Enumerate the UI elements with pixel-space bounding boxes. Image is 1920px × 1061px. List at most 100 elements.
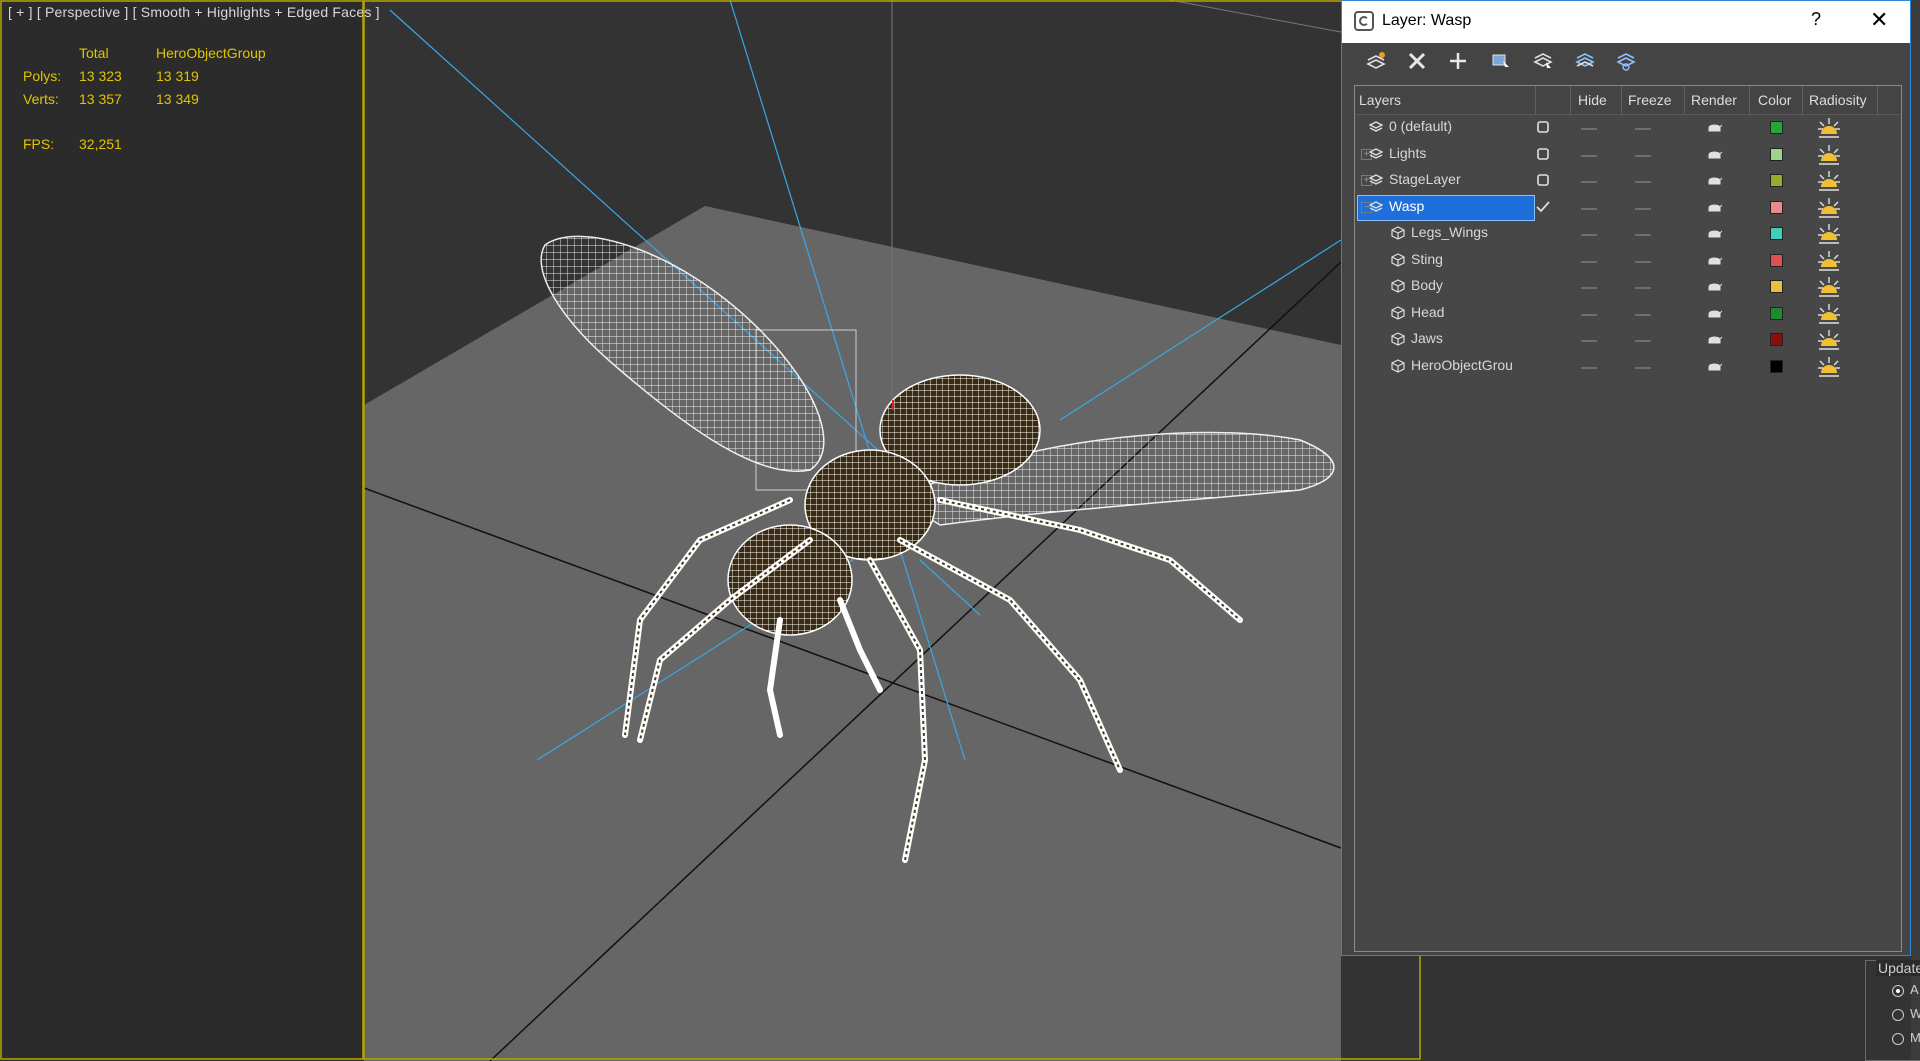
hide-toggle[interactable] <box>1581 313 1597 316</box>
hide-toggle[interactable] <box>1581 366 1597 369</box>
update-radio-2-label: W <box>1910 1006 1920 1021</box>
freeze-toggle[interactable] <box>1635 340 1651 342</box>
freeze-toggle[interactable] <box>1635 207 1651 210</box>
freeze-toggle[interactable] <box>1635 287 1651 289</box>
layer-row[interactable]: − Wasp <box>1355 194 1877 221</box>
layer-row[interactable]: 0 (default) <box>1355 115 1877 141</box>
hide-all-layers-icon[interactable] <box>1572 49 1598 73</box>
layer-color-swatch[interactable] <box>1770 253 1783 267</box>
set-current-layer-icon[interactable] <box>1536 147 1550 161</box>
freeze-toggle[interactable] <box>1635 154 1651 157</box>
layer-toolbar <box>1342 43 1910 79</box>
radiosity-icon[interactable] <box>1816 275 1842 299</box>
radiosity-icon[interactable] <box>1816 249 1842 273</box>
layer-color-swatch[interactable] <box>1770 174 1783 187</box>
layer-color-swatch[interactable] <box>1770 280 1783 293</box>
hide-toggle[interactable] <box>1581 260 1597 263</box>
layers-table-header: Layers Hide Freeze Render Color Radiosit… <box>1355 86 1901 115</box>
layer-name: Legs_Wings <box>1411 224 1489 240</box>
radiosity-icon[interactable] <box>1816 328 1842 352</box>
layer-row[interactable]: Head <box>1355 301 1877 327</box>
layer-row[interactable]: Jaws <box>1355 327 1877 353</box>
hide-toggle[interactable] <box>1581 128 1597 130</box>
radiosity-icon[interactable] <box>1816 222 1842 246</box>
radiosity-icon[interactable] <box>1816 169 1842 193</box>
col-render[interactable]: Render <box>1691 92 1737 108</box>
render-teapot-icon[interactable] <box>1707 334 1723 346</box>
layer-row[interactable]: + Lights <box>1355 142 1877 168</box>
freeze-all-layers-icon[interactable] <box>1613 49 1639 73</box>
layer-stack-icon <box>1369 147 1383 159</box>
set-current-layer-icon[interactable] <box>1536 173 1550 187</box>
render-teapot-icon[interactable] <box>1707 308 1723 320</box>
render-teapot-icon[interactable] <box>1707 175 1723 187</box>
freeze-toggle[interactable] <box>1635 234 1651 236</box>
layer-name: 0 (default) <box>1389 118 1453 134</box>
freeze-toggle[interactable] <box>1635 366 1651 369</box>
render-teapot-icon[interactable] <box>1707 122 1723 134</box>
render-teapot-icon[interactable] <box>1707 228 1723 240</box>
render-teapot-icon[interactable] <box>1707 255 1723 267</box>
render-teapot-icon[interactable] <box>1707 202 1723 214</box>
layer-stack-icon <box>1369 121 1383 132</box>
col-color[interactable]: Color <box>1758 92 1791 108</box>
layer-color-swatch[interactable] <box>1770 147 1783 161</box>
layer-color-swatch[interactable] <box>1770 200 1783 214</box>
add-selection-icon[interactable] <box>1445 49 1471 73</box>
current-layer-check-icon[interactable] <box>1536 200 1550 214</box>
hide-toggle[interactable] <box>1581 340 1597 342</box>
col-layers[interactable]: Layers <box>1359 92 1401 108</box>
col-radiosity[interactable]: Radiosity <box>1809 92 1867 108</box>
render-teapot-icon[interactable] <box>1707 361 1723 373</box>
hide-toggle[interactable] <box>1581 207 1597 210</box>
object-cube-icon <box>1391 252 1405 267</box>
layer-row[interactable]: Sting <box>1355 248 1877 274</box>
select-objects-in-layer-icon[interactable] <box>1488 49 1514 73</box>
layer-name: HeroObjectGrou <box>1411 356 1513 373</box>
object-cube-icon <box>1391 358 1405 373</box>
layer-color-swatch[interactable] <box>1770 333 1783 346</box>
layer-color-swatch[interactable] <box>1770 227 1783 240</box>
radiosity-icon[interactable] <box>1816 302 1842 326</box>
hide-toggle[interactable] <box>1581 287 1597 289</box>
delete-layer-icon[interactable] <box>1404 49 1430 73</box>
hide-toggle[interactable] <box>1581 154 1597 157</box>
layer-row[interactable]: Body <box>1355 274 1877 300</box>
col-freeze[interactable]: Freeze <box>1628 92 1672 108</box>
layer-row[interactable]: HeroObjectGrou <box>1355 354 1877 380</box>
layer-stack-icon <box>1369 200 1383 212</box>
layer-row[interactable]: + StageLayer <box>1355 168 1877 194</box>
radiosity-icon[interactable] <box>1816 143 1842 167</box>
radiosity-icon[interactable] <box>1816 116 1842 140</box>
freeze-toggle[interactable] <box>1635 260 1651 263</box>
render-teapot-icon[interactable] <box>1707 149 1723 161</box>
close-button[interactable]: ✕ <box>1870 7 1888 33</box>
dialog-titlebar[interactable]: Layer: Wasp ? ✕ <box>1342 1 1910 43</box>
stats-verts-group: 13 349 <box>156 91 199 107</box>
hide-toggle[interactable] <box>1581 234 1597 236</box>
update-radio-3[interactable] <box>1892 1033 1904 1045</box>
radiosity-icon[interactable] <box>1816 196 1842 220</box>
layer-stack-icon <box>1369 174 1383 185</box>
help-button[interactable]: ? <box>1811 9 1821 30</box>
update-radio-2[interactable] <box>1892 1009 1904 1021</box>
set-current-layer-icon[interactable] <box>1536 120 1550 134</box>
layer-color-swatch[interactable] <box>1770 121 1783 134</box>
object-cube-icon <box>1391 332 1405 346</box>
update-radio-1-label: A <box>1910 982 1919 997</box>
hide-toggle[interactable] <box>1581 181 1597 183</box>
highlight-selected-layer-icon[interactable] <box>1530 49 1556 73</box>
col-hide[interactable]: Hide <box>1578 92 1607 108</box>
layer-row[interactable]: Legs_Wings <box>1355 221 1877 247</box>
freeze-toggle[interactable] <box>1635 313 1651 316</box>
viewport-label-menu[interactable]: [ + ] [ Perspective ] [ Smooth + Highlig… <box>8 4 380 20</box>
layer-color-swatch[interactable] <box>1770 359 1783 373</box>
layer-color-swatch[interactable] <box>1770 306 1783 320</box>
create-new-layer-icon[interactable] <box>1363 49 1389 73</box>
freeze-toggle[interactable] <box>1635 181 1651 183</box>
freeze-toggle[interactable] <box>1635 128 1651 130</box>
radiosity-icon[interactable] <box>1816 355 1842 379</box>
update-radio-1[interactable] <box>1892 985 1904 997</box>
stats-polys-total: 13 323 <box>79 68 122 84</box>
render-teapot-icon[interactable] <box>1707 281 1723 293</box>
